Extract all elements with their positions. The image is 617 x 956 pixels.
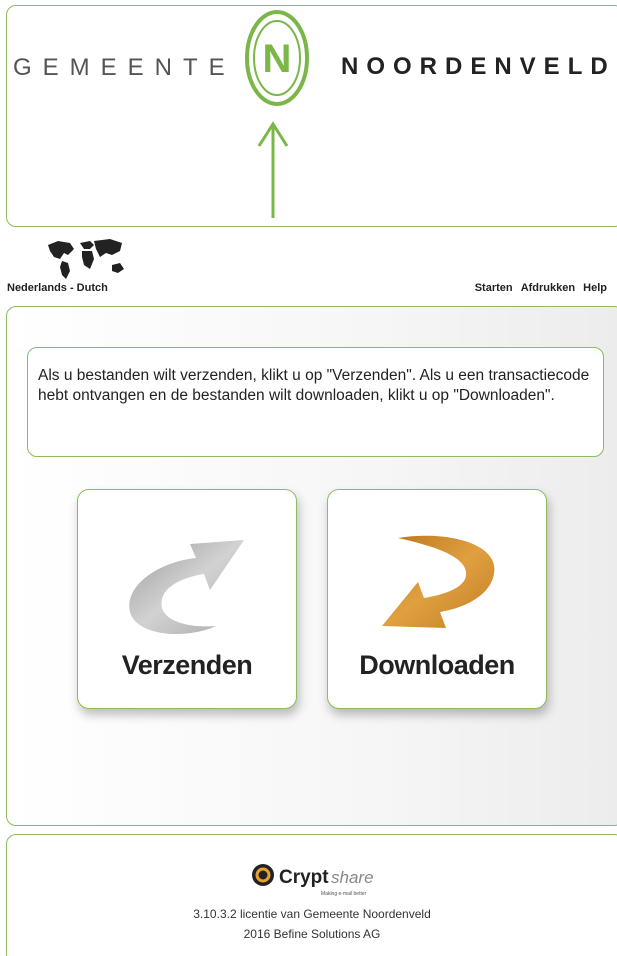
- brand-gemeente: GEMEENTE: [13, 54, 236, 81]
- world-map-icon[interactable]: [44, 237, 130, 281]
- footer-panel: Crypt share Making e-mail better 3.10.3.…: [6, 834, 617, 956]
- license-text: 3.10.3.2 licentie van Gemeente Noordenve…: [193, 907, 431, 921]
- nav-start-link[interactable]: Starten: [475, 282, 513, 294]
- logo-tagline: Making e-mail better: [321, 891, 367, 897]
- send-label: Verzenden: [121, 650, 253, 680]
- send-button[interactable]: Verzenden: [77, 489, 297, 709]
- header-banner: GEMEENTE N NOORDENVELD: [6, 5, 617, 227]
- download-label: Downloaden: [359, 650, 515, 680]
- main-panel: Als u bestanden wilt verzenden, klikt u …: [6, 306, 617, 826]
- top-navigation: Starten Afdrukken Help: [470, 282, 607, 294]
- brand-noordenveld: NOORDENVELD: [341, 53, 616, 80]
- nav-print-link[interactable]: Afdrukken: [521, 282, 575, 294]
- download-arrow-icon: [382, 535, 495, 628]
- language-selector[interactable]: Nederlands - Dutch: [7, 282, 108, 294]
- nav-help-link[interactable]: Help: [583, 282, 607, 294]
- cryptshare-logo-icon: Crypt share Making e-mail better: [252, 864, 374, 897]
- send-arrow-icon: [129, 540, 244, 635]
- copyright-text: 2016 Befine Solutions AG: [243, 927, 381, 941]
- logo-crypt-text: Crypt: [279, 867, 329, 888]
- download-button[interactable]: Downloaden: [327, 489, 547, 709]
- noordenveld-logo-icon: N: [245, 10, 309, 218]
- instruction-text: Als u bestanden wilt verzenden, klikt u …: [27, 347, 604, 457]
- logo-letter: N: [263, 37, 292, 81]
- logo-share-text: share: [331, 868, 374, 887]
